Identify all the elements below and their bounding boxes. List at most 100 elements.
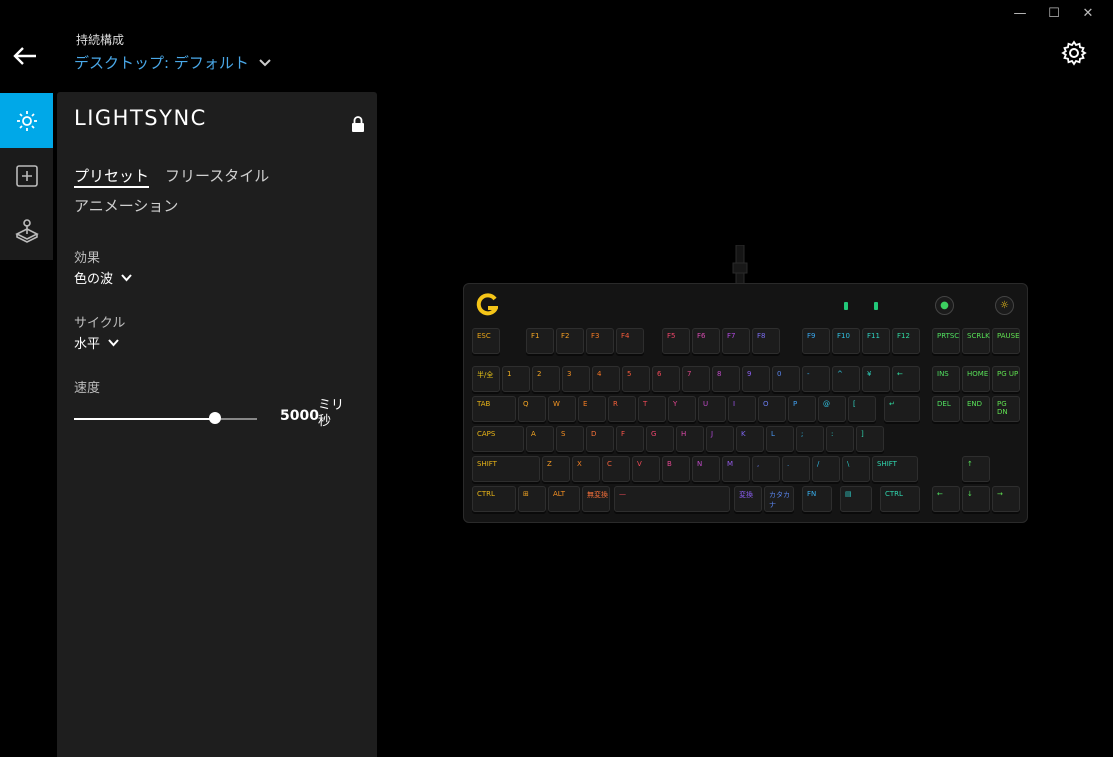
key[interactable]: ALT <box>548 486 580 512</box>
speed-slider-thumb[interactable] <box>208 412 221 424</box>
key[interactable]: I <box>728 396 756 422</box>
key[interactable]: F1 <box>526 328 554 354</box>
key[interactable]: ↑ <box>962 456 990 482</box>
gear-icon[interactable] <box>1061 40 1087 66</box>
key[interactable]: - <box>802 366 830 392</box>
key[interactable]: F7 <box>722 328 750 354</box>
key[interactable]: 4 <box>592 366 620 392</box>
key[interactable]: PG DN <box>992 396 1020 422</box>
key[interactable]: ; <box>796 426 824 452</box>
key[interactable]: N <box>692 456 720 482</box>
key[interactable]: ^ <box>832 366 860 392</box>
key[interactable]: PAUSE <box>992 328 1020 354</box>
key[interactable]: \ <box>842 456 870 482</box>
key[interactable]: ⊞ <box>518 486 546 512</box>
key[interactable]: SHIFT <box>472 456 540 482</box>
key[interactable]: , <box>752 456 780 482</box>
key[interactable]: 変換 <box>734 486 762 512</box>
key[interactable]: F2 <box>556 328 584 354</box>
key[interactable]: L <box>766 426 794 452</box>
effect-dropdown[interactable]: 色の波 <box>74 268 132 287</box>
back-arrow-icon[interactable] <box>12 44 38 68</box>
key[interactable]: ↓ <box>962 486 990 512</box>
key[interactable]: X <box>572 456 600 482</box>
nav-lighting[interactable] <box>0 93 53 148</box>
key[interactable]: @ <box>818 396 846 422</box>
key[interactable]: F <box>616 426 644 452</box>
key[interactable]: CTRL <box>880 486 920 512</box>
profile-select[interactable]: デスクトップ: デフォルト <box>74 52 271 73</box>
key[interactable]: F11 <box>862 328 890 354</box>
key[interactable]: Y <box>668 396 696 422</box>
key[interactable]: S <box>556 426 584 452</box>
key[interactable]: P <box>788 396 816 422</box>
key[interactable]: W <box>548 396 576 422</box>
key[interactable]: ¥ <box>862 366 890 392</box>
key[interactable]: / <box>812 456 840 482</box>
key[interactable]: ← <box>932 486 960 512</box>
key[interactable]: SHIFT <box>872 456 918 482</box>
key[interactable]: PRTSC <box>932 328 960 354</box>
key[interactable]: 6 <box>652 366 680 392</box>
key[interactable]: PG UP <box>992 366 1020 392</box>
key[interactable]: ESC <box>472 328 500 354</box>
key[interactable]: DEL <box>932 396 960 422</box>
tab-freestyle[interactable]: フリースタイル <box>165 165 269 186</box>
cycle-dropdown[interactable]: 水平 <box>74 333 119 352</box>
key[interactable]: 8 <box>712 366 740 392</box>
key[interactable]: 2 <box>532 366 560 392</box>
speed-slider[interactable] <box>74 412 257 424</box>
minimize-button[interactable]: — <box>1003 4 1037 22</box>
key[interactable]: F5 <box>662 328 690 354</box>
key[interactable]: F8 <box>752 328 780 354</box>
key[interactable]: G <box>646 426 674 452</box>
key[interactable]: 3 <box>562 366 590 392</box>
key[interactable]: E <box>578 396 606 422</box>
key[interactable]: [ <box>848 396 876 422</box>
key[interactable]: CTRL <box>472 486 516 512</box>
key[interactable]: 7 <box>682 366 710 392</box>
key[interactable]: Q <box>518 396 546 422</box>
key[interactable]: 無変換 <box>582 486 610 512</box>
key[interactable]: FN <box>802 486 832 512</box>
key[interactable]: ← <box>892 366 920 392</box>
key[interactable]: F12 <box>892 328 920 354</box>
key[interactable]: : <box>826 426 854 452</box>
key[interactable]: 1 <box>502 366 530 392</box>
maximize-button[interactable]: ☐ <box>1037 4 1071 22</box>
key[interactable]: 0 <box>772 366 800 392</box>
key[interactable]: ▤ <box>840 486 872 512</box>
game-mode-button[interactable]: ● <box>935 296 954 315</box>
key[interactable]: A <box>526 426 554 452</box>
key[interactable]: Z <box>542 456 570 482</box>
key[interactable]: SCRLK <box>962 328 990 354</box>
key[interactable]: CAPS <box>472 426 524 452</box>
key[interactable]: O <box>758 396 786 422</box>
key[interactable]: INS <box>932 366 960 392</box>
key[interactable]: C <box>602 456 630 482</box>
tab-preset[interactable]: プリセット <box>74 165 149 186</box>
key[interactable]: K <box>736 426 764 452</box>
key[interactable]: J <box>706 426 734 452</box>
nav-assignments[interactable] <box>0 148 53 203</box>
key[interactable]: V <box>632 456 660 482</box>
lock-icon[interactable] <box>351 116 365 132</box>
key[interactable]: T <box>638 396 666 422</box>
key[interactable]: END <box>962 396 990 422</box>
key[interactable]: HOME <box>962 366 990 392</box>
tab-animation[interactable]: アニメーション <box>74 195 178 216</box>
key[interactable]: 9 <box>742 366 770 392</box>
key[interactable]: R <box>608 396 636 422</box>
key[interactable]: 5 <box>622 366 650 392</box>
key[interactable]: 半/全 <box>472 366 500 392</box>
nav-game-mode[interactable] <box>0 203 53 258</box>
key[interactable]: TAB <box>472 396 516 422</box>
key[interactable]: F6 <box>692 328 720 354</box>
key[interactable]: ] <box>856 426 884 452</box>
key[interactable]: U <box>698 396 726 422</box>
key[interactable]: . <box>782 456 810 482</box>
key[interactable]: F4 <box>616 328 644 354</box>
key[interactable]: D <box>586 426 614 452</box>
key[interactable]: B <box>662 456 690 482</box>
key[interactable]: F9 <box>802 328 830 354</box>
